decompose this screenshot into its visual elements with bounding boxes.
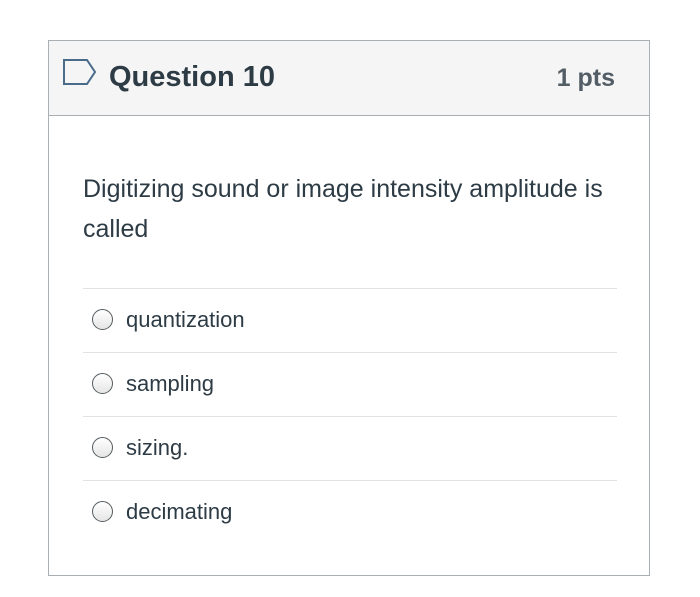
question-points: 1 pts [556,64,615,92]
question-title: Question 10 [109,61,275,93]
answer-label[interactable]: quantization [126,305,245,335]
answer-label[interactable]: sizing. [126,433,188,463]
answer-label[interactable]: sampling [126,369,214,399]
answer-label[interactable]: decimating [126,497,232,527]
answer-list: quantization sampling sizing. decimating [83,288,617,544]
radio-button[interactable] [92,501,113,522]
radio-button[interactable] [92,309,113,330]
answer-option-decimating[interactable]: decimating [83,480,617,544]
question-header: Question 10 1 pts [49,41,649,116]
answer-option-quantization[interactable]: quantization [83,288,617,352]
answer-option-sampling[interactable]: sampling [83,352,617,416]
answer-option-sizing[interactable]: sizing. [83,416,617,480]
question-text: Digitizing sound or image intensity ampl… [83,175,603,243]
radio-button[interactable] [92,373,113,394]
bookmark-flag-icon[interactable] [62,58,98,86]
question-card: Question 10 1 pts Digitizing sound or im… [48,40,650,576]
radio-button[interactable] [92,437,113,458]
